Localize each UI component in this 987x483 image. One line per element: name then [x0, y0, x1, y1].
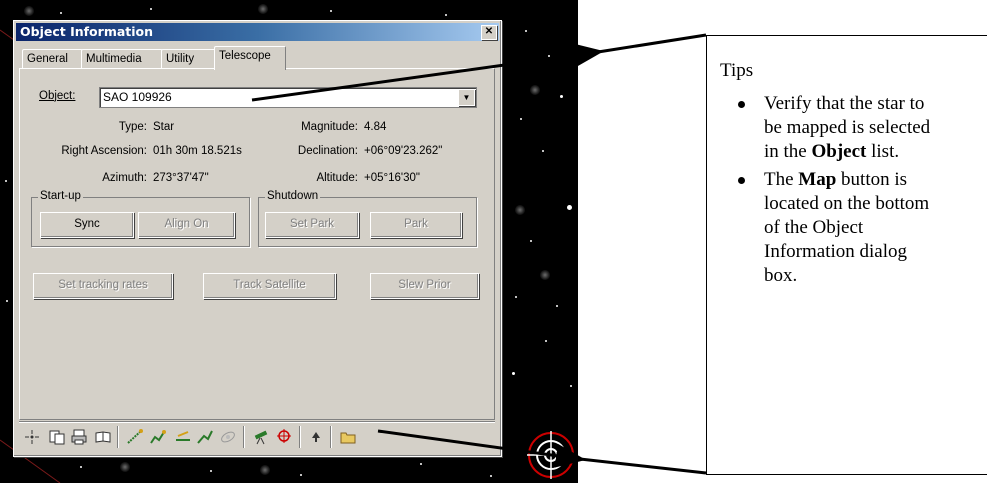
tab-multimedia[interactable]: Multimedia	[81, 49, 163, 69]
tips-title: Tips	[720, 60, 754, 81]
sync-button[interactable]: Sync	[40, 212, 134, 238]
tip-text: list.	[866, 141, 900, 162]
type-label: Type:	[118, 121, 147, 133]
startup-group-title: Start-up	[38, 190, 83, 202]
toolbar-divider	[19, 421, 495, 422]
declination-value: +06°09'23.262"	[364, 145, 443, 157]
tips-list: Verify that the star to be mapped is sel…	[720, 92, 940, 292]
scope-line-icon[interactable]	[174, 428, 192, 446]
target-reticle-icon	[527, 431, 575, 479]
print-icon[interactable]	[70, 428, 88, 446]
type-value: Star	[153, 121, 175, 133]
title-bar[interactable]: Object Information ✕	[16, 23, 499, 41]
track-satellite-button[interactable]: Track Satellite	[203, 273, 336, 299]
copy-icon[interactable]	[48, 428, 66, 446]
slew-prior-button[interactable]: Slew Prior	[370, 273, 479, 299]
orbit-icon[interactable]	[219, 428, 237, 446]
tip-text: The	[764, 169, 799, 190]
align-on-button[interactable]: Align On	[138, 212, 235, 238]
right-ascension-label: Right Ascension:	[61, 145, 147, 157]
magnitude-label: Magnitude:	[301, 121, 358, 133]
object-value: SAO 109926	[103, 90, 172, 104]
tip-item: Verify that the star to be mapped is sel…	[720, 92, 940, 164]
set-tracking-rates-button[interactable]: Set tracking rates	[33, 273, 173, 299]
callout-connector	[597, 33, 707, 54]
altitude-label: Altitude:	[316, 172, 358, 184]
callout-connector	[579, 457, 707, 475]
folder-icon[interactable]	[339, 428, 357, 446]
object-information-dialog: Object Information ✕ General Multimedia …	[13, 20, 502, 457]
up-arrow-icon[interactable]	[307, 428, 325, 446]
right-ascension-value: 01h 30m 18.521s	[153, 145, 242, 157]
azimuth-label: Azimuth:	[102, 172, 147, 184]
chevron-down-icon[interactable]: ▼	[458, 89, 475, 106]
shutdown-group-title: Shutdown	[265, 190, 321, 202]
book-icon[interactable]	[94, 428, 112, 446]
path-icon[interactable]	[196, 428, 214, 446]
chart-icon[interactable]	[149, 428, 167, 446]
azimuth-value: 273°37'47"	[153, 172, 209, 184]
toolbar-separator	[330, 426, 331, 448]
park-button[interactable]: Park	[370, 212, 462, 238]
tip-emphasis: Object	[811, 141, 867, 162]
set-park-button[interactable]: Set Park	[265, 212, 359, 238]
tab-utility[interactable]: Utility	[161, 49, 216, 69]
toolbar-separator	[243, 426, 244, 448]
toolbar-separator	[299, 426, 300, 448]
toolbar-separator	[117, 426, 118, 448]
object-combobox[interactable]: SAO 109926 ▼	[99, 87, 477, 108]
tip-emphasis: Map	[798, 169, 837, 190]
dialog-title: Object Information	[20, 24, 154, 39]
tip-item: The Map button is located on the bottom …	[720, 168, 940, 288]
declination-label: Declination:	[297, 145, 358, 157]
object-label: Object:	[39, 90, 76, 102]
altitude-value: +05°16'30"	[364, 172, 420, 184]
tab-general[interactable]: General	[22, 49, 83, 69]
tab-telescope[interactable]: Telescope	[214, 46, 286, 70]
center-icon[interactable]	[23, 428, 41, 446]
close-button[interactable]: ✕	[481, 25, 497, 40]
measure-icon[interactable]	[126, 428, 144, 446]
magnitude-value: 4.84	[364, 121, 387, 133]
telescope-icon[interactable]	[252, 428, 270, 446]
tips-callout: Tips Verify that the star to be mapped i…	[706, 35, 987, 475]
map-icon[interactable]	[276, 428, 294, 446]
